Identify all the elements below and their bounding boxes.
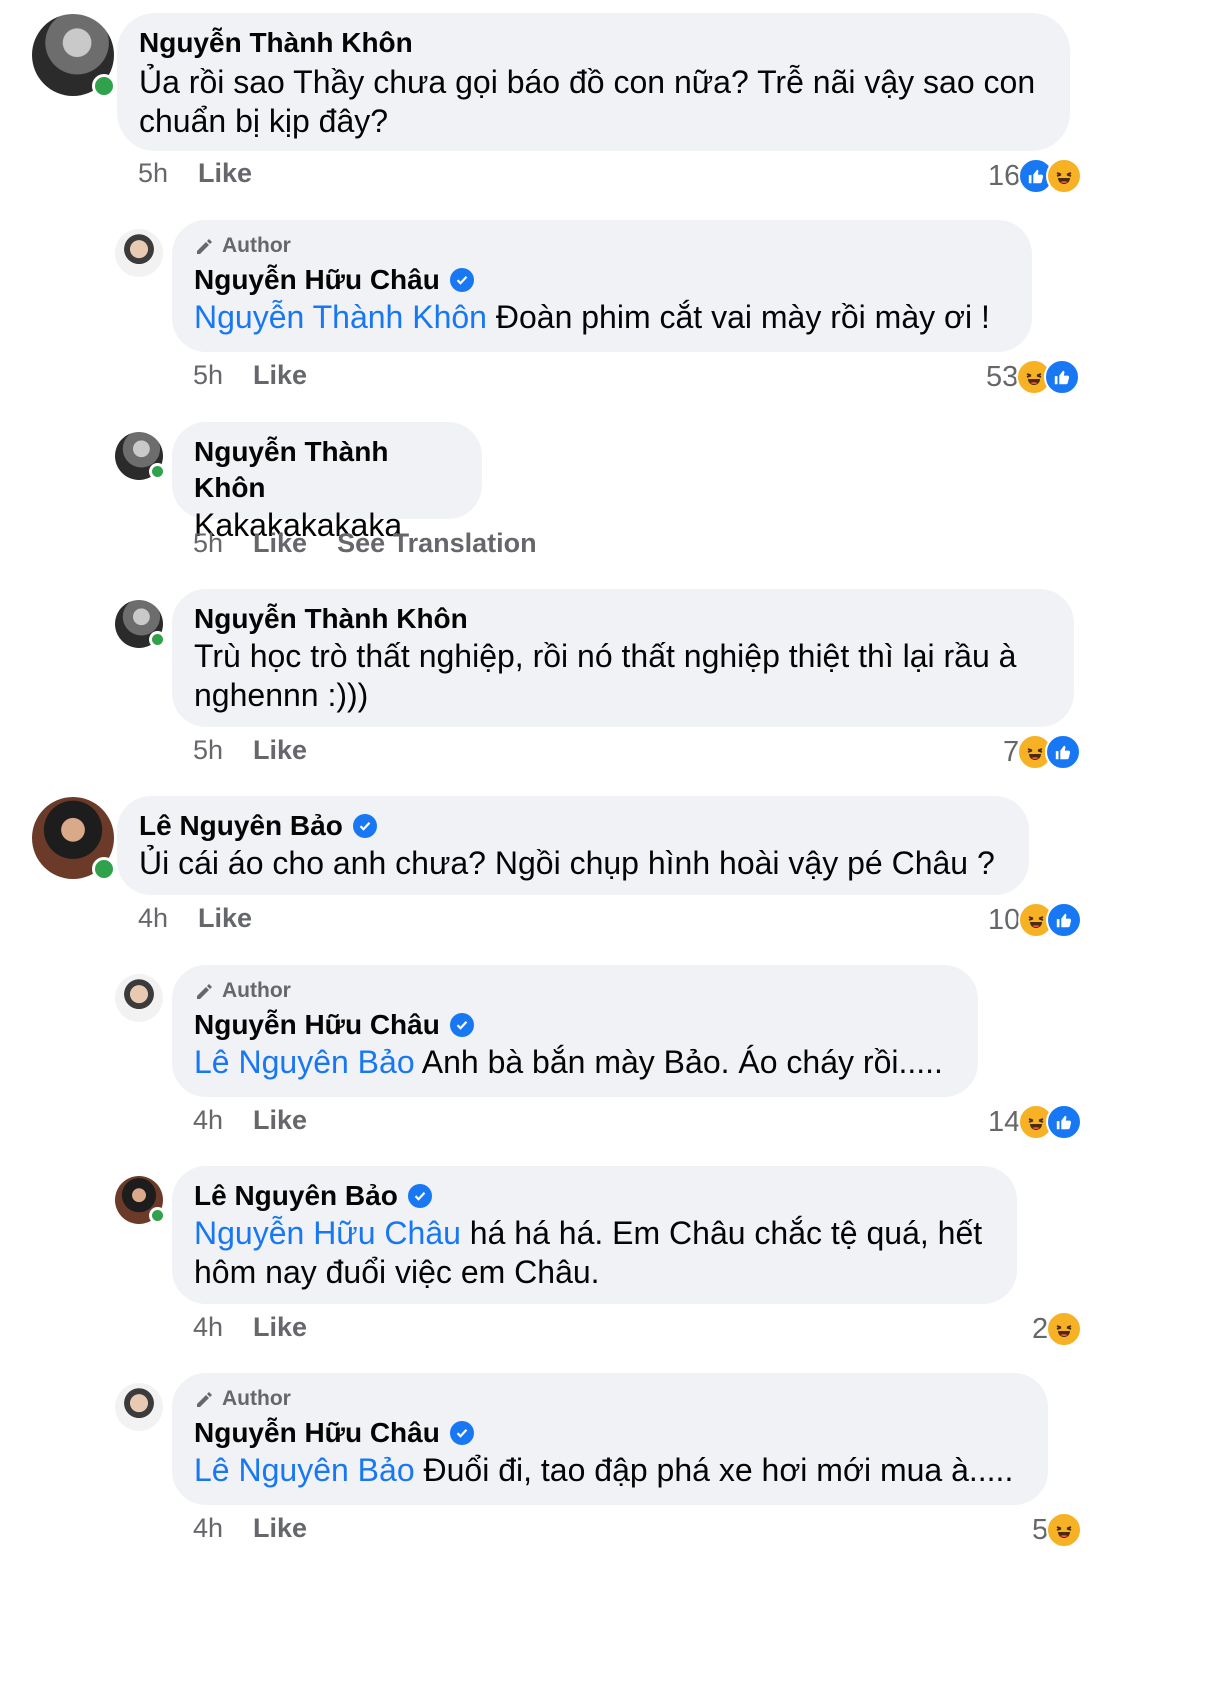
comment-actions: 4h Like bbox=[193, 1513, 307, 1544]
online-indicator bbox=[92, 857, 116, 881]
like-button[interactable]: Like bbox=[253, 1513, 307, 1544]
like-button[interactable]: Like bbox=[253, 1105, 307, 1136]
like-reaction-icon bbox=[1046, 1104, 1083, 1140]
like-reaction-icon bbox=[1044, 359, 1081, 395]
like-button[interactable]: Like bbox=[253, 360, 307, 391]
avatar[interactable] bbox=[115, 600, 166, 648]
verified-badge-icon bbox=[407, 1184, 432, 1208]
comment-author[interactable]: Nguyễn Hữu Châu bbox=[194, 262, 440, 298]
comment-bubble: Lê Nguyên Bảo Ủi cái áo cho anh chưa? Ng… bbox=[117, 796, 1029, 895]
haha-reaction-icon bbox=[1046, 1512, 1083, 1548]
like-button[interactable]: Like bbox=[253, 735, 307, 766]
avatar[interactable] bbox=[32, 14, 116, 98]
comment-actions: 5h Like bbox=[193, 735, 307, 766]
see-translation-link[interactable]: See Translation bbox=[337, 528, 537, 559]
comment-bubble: Lê Nguyên Bảo Nguyễn Hữu Châu há há há. … bbox=[172, 1166, 1017, 1304]
comment-time[interactable]: 4h bbox=[193, 1513, 223, 1544]
reaction-count: 10 bbox=[988, 903, 1021, 936]
reaction-summary[interactable]: 7 bbox=[1003, 734, 1082, 770]
comment-text: Ủa rồi sao Thầy chưa gọi báo đồ con nữa?… bbox=[139, 64, 1036, 139]
comment-time[interactable]: 5h bbox=[138, 158, 168, 189]
comment-time[interactable]: 4h bbox=[193, 1105, 223, 1136]
comment-bubble: Author Nguyễn Hữu Châu Lê Nguyên Bảo Anh… bbox=[172, 965, 978, 1097]
comment-actions: 5h Like bbox=[138, 158, 252, 189]
mention-link[interactable]: Lê Nguyên Bảo bbox=[194, 1452, 415, 1488]
like-reaction-icon bbox=[1045, 734, 1082, 770]
comment-time[interactable]: 4h bbox=[193, 1312, 223, 1343]
comment-time[interactable]: 5h bbox=[193, 735, 223, 766]
reaction-summary[interactable]: 2 bbox=[1032, 1311, 1083, 1347]
comment-text: Nguyễn Thành Khôn Đoàn phim cắt vai mày … bbox=[194, 299, 990, 335]
comment-text: Ủi cái áo cho anh chưa? Ngồi chụp hình h… bbox=[139, 845, 995, 881]
online-indicator bbox=[149, 463, 166, 480]
comment-bubble: Nguyễn Thành Khôn Kakakakakaka bbox=[172, 422, 482, 543]
comment-bubble: Nguyễn Thành Khôn Trù học trò thất nghiệ… bbox=[172, 589, 1074, 727]
like-button[interactable]: Like bbox=[253, 1312, 307, 1343]
avatar[interactable] bbox=[32, 797, 116, 881]
online-indicator bbox=[92, 74, 116, 98]
comment-text: Trù học trò thất nghiệp, rồi nó thất ngh… bbox=[194, 638, 1017, 713]
comment-author[interactable]: Lê Nguyên Bảo bbox=[194, 1178, 398, 1214]
online-indicator bbox=[149, 631, 166, 648]
comment-text: Nguyễn Hữu Châu há há há. Em Châu chắc t… bbox=[194, 1215, 983, 1290]
comment-actions: 4h Like bbox=[193, 1312, 307, 1343]
reaction-summary[interactable]: 10 bbox=[988, 902, 1083, 938]
comment-author[interactable]: Nguyễn Thành Khôn bbox=[194, 434, 458, 506]
like-button[interactable]: Like bbox=[198, 903, 252, 934]
reaction-summary[interactable]: 53 bbox=[986, 359, 1081, 395]
like-reaction-icon bbox=[1046, 902, 1083, 938]
comment-actions: 5h Like bbox=[193, 360, 307, 391]
comment-time[interactable]: 5h bbox=[193, 528, 223, 559]
pen-icon bbox=[197, 984, 212, 999]
reaction-count: 16 bbox=[988, 159, 1021, 192]
haha-reaction-icon bbox=[1046, 158, 1083, 194]
mention-link[interactable]: Lê Nguyên Bảo bbox=[194, 1044, 415, 1080]
verified-badge-icon bbox=[449, 1013, 474, 1037]
comment-author[interactable]: Nguyễn Hữu Châu bbox=[194, 1007, 440, 1043]
comment-author[interactable]: Nguyễn Hữu Châu bbox=[194, 1415, 440, 1451]
reaction-summary[interactable]: 5 bbox=[1032, 1512, 1083, 1548]
avatar[interactable] bbox=[115, 974, 163, 1022]
comment-bubble: Author Nguyễn Hữu Châu Nguyễn Thành Khôn… bbox=[172, 220, 1032, 352]
online-indicator bbox=[149, 1207, 166, 1224]
comment-bubble: Author Nguyễn Hữu Châu Lê Nguyên Bảo Đuổ… bbox=[172, 1373, 1048, 1505]
haha-reaction-icon bbox=[1046, 1311, 1083, 1347]
reaction-summary[interactable]: 14 bbox=[988, 1104, 1083, 1140]
comment-time[interactable]: 4h bbox=[138, 903, 168, 934]
pen-icon bbox=[197, 239, 212, 254]
comment-actions: 4h Like bbox=[138, 903, 252, 934]
mention-link[interactable]: Nguyễn Thành Khôn bbox=[194, 299, 487, 335]
verified-badge-icon bbox=[449, 268, 474, 292]
reaction-count: 14 bbox=[988, 1105, 1021, 1138]
comment-actions: 5h Like See Translation bbox=[193, 528, 537, 559]
avatar[interactable] bbox=[115, 229, 163, 277]
verified-badge-icon bbox=[352, 814, 377, 838]
comment-text: Lê Nguyên Bảo Đuổi đi, tao đập phá xe hơ… bbox=[194, 1452, 1014, 1488]
comment-bubble: Nguyễn Thành Khôn Ủa rồi sao Thầy chưa g… bbox=[117, 13, 1070, 151]
mention-link[interactable]: Nguyễn Hữu Châu bbox=[194, 1215, 461, 1251]
comment-author[interactable]: Nguyễn Thành Khôn bbox=[139, 25, 413, 61]
like-button[interactable]: Like bbox=[253, 528, 307, 559]
reaction-count: 53 bbox=[986, 360, 1019, 393]
reaction-summary[interactable]: 16 bbox=[988, 158, 1083, 194]
avatar[interactable] bbox=[115, 1383, 163, 1431]
pen-icon bbox=[197, 1392, 212, 1407]
avatar[interactable] bbox=[115, 432, 166, 480]
comment-author[interactable]: Lê Nguyên Bảo bbox=[139, 808, 343, 844]
like-button[interactable]: Like bbox=[198, 158, 252, 189]
comment-actions: 4h Like bbox=[193, 1105, 307, 1136]
avatar[interactable] bbox=[115, 1176, 166, 1224]
comment-author[interactable]: Nguyễn Thành Khôn bbox=[194, 601, 468, 637]
comment-time[interactable]: 5h bbox=[193, 360, 223, 391]
verified-badge-icon bbox=[449, 1421, 474, 1445]
author-badge: Author bbox=[194, 234, 1008, 258]
comment-text: Lê Nguyên Bảo Anh bà bắn mày Bảo. Áo chá… bbox=[194, 1044, 943, 1080]
author-badge: Author bbox=[194, 979, 954, 1003]
author-badge: Author bbox=[194, 1387, 1024, 1411]
